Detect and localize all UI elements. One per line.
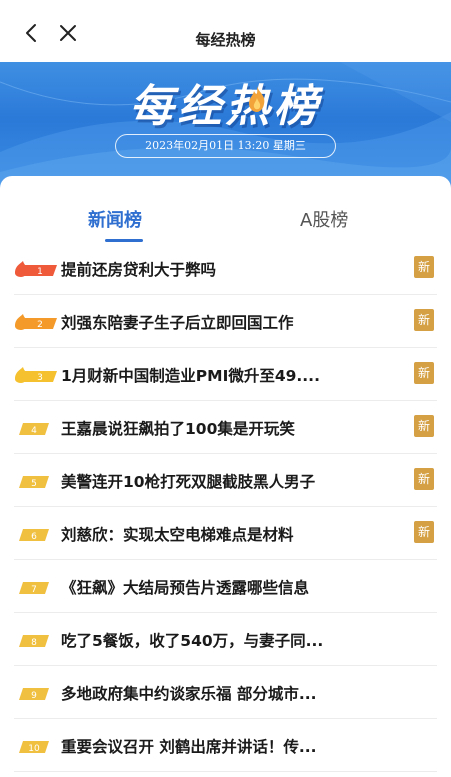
news-title[interactable]: 多地政府集中约谈家乐福 部分城市... xyxy=(61,682,381,704)
list-item[interactable]: 4 王嘉晨说狂飙拍了100集是开玩笑 新 xyxy=(14,401,437,454)
news-title[interactable]: 王嘉晨说狂飙拍了100集是开玩笑 xyxy=(61,417,381,439)
list-item[interactable]: 8 吃了5餐饭，收了540万，与妻子同... xyxy=(14,613,437,666)
news-title[interactable]: 吃了5餐饭，收了540万，与妻子同... xyxy=(61,629,381,651)
rank-number: 5 xyxy=(31,479,37,489)
news-title[interactable]: 1月财新中国制造业PMI微升至49.... xyxy=(61,364,381,386)
news-title[interactable]: 刘慈欣：实现太空电梯难点是材料 xyxy=(61,523,381,545)
rank-tag-icon: 6 xyxy=(14,525,58,543)
list-item[interactable]: 9 多地政府集中约谈家乐福 部分城市... xyxy=(14,666,437,719)
rank-number: 7 xyxy=(31,585,37,595)
rank-tag-icon: 7 xyxy=(14,578,58,596)
new-badge: 新 xyxy=(414,468,434,490)
list-item[interactable]: 2 刘强东陪妻子生子后立即回国工作 新 xyxy=(14,295,437,348)
banner-title: 每经热榜 xyxy=(129,81,322,132)
hero-banner: 每经热榜 2023年02月01日 13:20 星期三 xyxy=(0,62,451,190)
rank-number: 3 xyxy=(37,373,43,383)
list-item[interactable]: 6 刘慈欣：实现太空电梯难点是材料 新 xyxy=(14,507,437,560)
hot-rank-icon: 3 xyxy=(14,366,58,384)
news-title[interactable]: 《狂飙》大结局预告片透露哪些信息 xyxy=(61,576,381,598)
new-badge: 新 xyxy=(414,362,434,384)
rank-tag-icon: 5 xyxy=(14,472,58,490)
rank-number: 8 xyxy=(31,638,37,648)
news-title[interactable]: 刘强东陪妻子生子后立即回国工作 xyxy=(61,311,381,333)
rank-number: 2 xyxy=(37,320,43,330)
new-badge: 新 xyxy=(414,309,434,331)
hot-rank-icon: 2 xyxy=(14,313,58,331)
rank-tag-icon: 10 xyxy=(14,737,58,755)
hot-rank-icon: 1 xyxy=(14,260,58,278)
news-title[interactable]: 提前还房贷利大于弊吗 xyxy=(61,258,381,280)
banner-date: 2023年02月01日 13:20 星期三 xyxy=(115,134,336,158)
flame-icon xyxy=(245,84,269,114)
new-badge: 新 xyxy=(414,256,434,278)
rank-tag-icon: 4 xyxy=(14,419,58,437)
rank-number: 10 xyxy=(28,744,40,754)
list-item[interactable]: 10 重要会议召开 刘鹤出席并讲话！传... xyxy=(14,719,437,772)
ranking-tabs: 新闻榜 A股榜 xyxy=(0,176,451,246)
rank-tag-icon: 8 xyxy=(14,631,58,649)
page-title: 每经热榜 xyxy=(195,31,256,49)
news-title[interactable]: 美警连开10枪打死双腿截肢黑人男子 xyxy=(61,470,381,492)
rank-tag-icon: 9 xyxy=(14,684,58,702)
rank-number: 6 xyxy=(31,532,37,542)
tab-news-ranking[interactable]: 新闻榜 xyxy=(88,206,142,232)
navbar: 每经热榜 xyxy=(0,0,451,62)
list-item[interactable]: 1 提前还房贷利大于弊吗 新 xyxy=(14,242,437,295)
rank-number: 4 xyxy=(31,426,37,436)
ranking-panel: 新闻榜 A股榜 1 提前还房贷利大于弊吗 新 2 刘强东陪妻子生子后立即回国工作… xyxy=(0,176,451,777)
list-item[interactable]: 5 美警连开10枪打死双腿截肢黑人男子 新 xyxy=(14,454,437,507)
new-badge: 新 xyxy=(414,521,434,543)
rank-number: 9 xyxy=(31,691,37,701)
rank-number: 1 xyxy=(37,267,43,277)
new-badge: 新 xyxy=(414,415,434,437)
list-item[interactable]: 3 1月财新中国制造业PMI微升至49.... 新 xyxy=(14,348,437,401)
list-item[interactable]: 7 《狂飙》大结局预告片透露哪些信息 xyxy=(14,560,437,613)
news-title[interactable]: 重要会议召开 刘鹤出席并讲话！传... xyxy=(61,735,381,757)
tab-a-share-ranking[interactable]: A股榜 xyxy=(300,206,348,232)
